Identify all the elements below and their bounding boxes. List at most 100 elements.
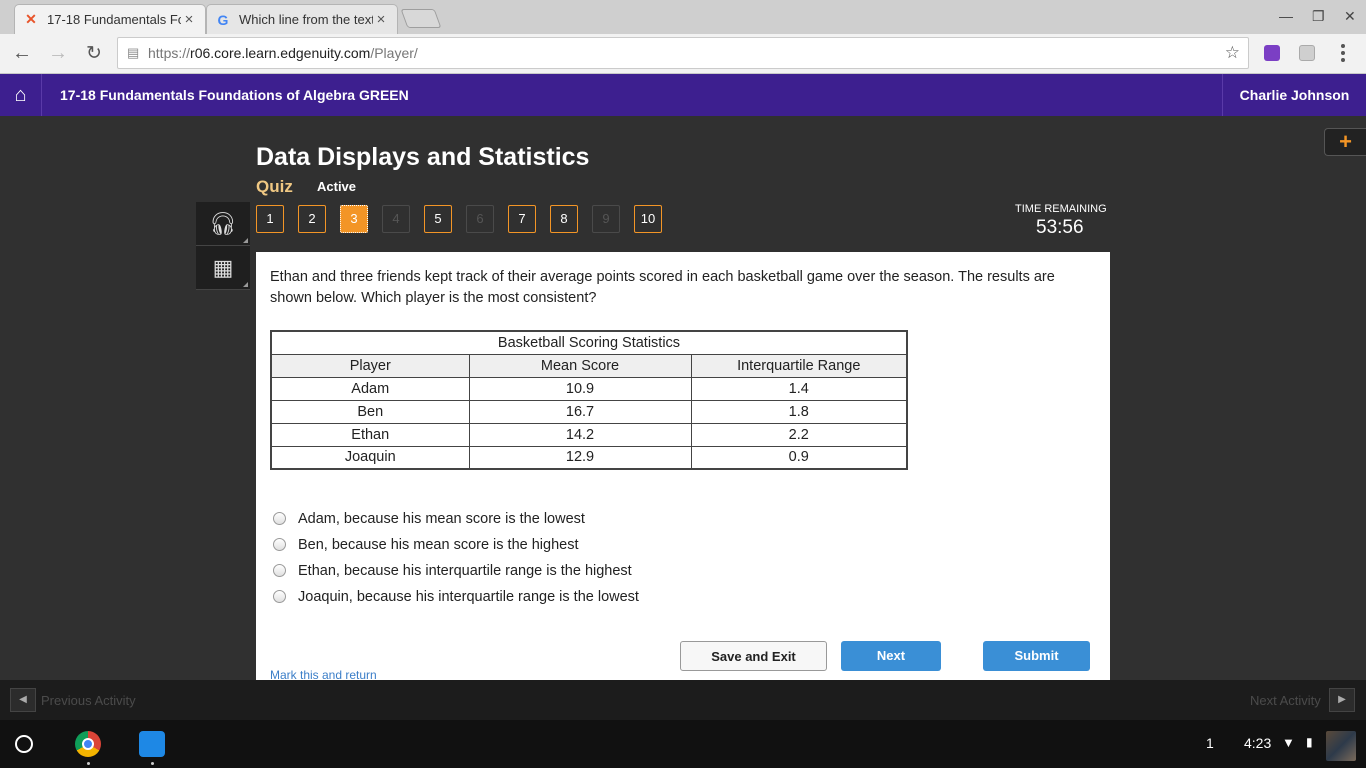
answer-choice[interactable]: Ethan, because his interquartile range i… (273, 558, 639, 584)
chrome-menu-icon[interactable] (1336, 43, 1350, 63)
user-avatar[interactable] (1326, 731, 1356, 761)
bookmark-star-icon[interactable]: ☆ (1225, 38, 1240, 68)
activity-status: Active (317, 179, 357, 194)
activity-type: Quiz (256, 177, 293, 196)
browser-toolbar: ← → ↻ ▤ https://r06.core.learn.edgenuity… (0, 34, 1366, 74)
table-cell: Ethan (270, 422, 470, 447)
extension-icon[interactable] (1264, 45, 1280, 61)
question-number-button: 4 (382, 205, 410, 233)
radio-button[interactable] (273, 590, 286, 603)
reload-icon[interactable]: ↻ (82, 42, 106, 65)
question-number-button[interactable]: 10 (634, 205, 662, 233)
column-header: Mean Score (468, 353, 692, 378)
radio-button[interactable] (273, 538, 286, 551)
launcher-icon[interactable] (15, 735, 33, 753)
extension-icon[interactable] (1299, 45, 1315, 61)
table-cell: Adam (270, 376, 470, 401)
tab-google[interactable]: G Which line from the text × (206, 4, 398, 34)
restore-icon[interactable]: ❐ (1312, 8, 1325, 25)
activity-nav-bar: ◀ Previous Activity Next Activity ▶ (0, 680, 1366, 720)
table-caption: Basketball Scoring Statistics (270, 330, 908, 355)
time-remaining-label: TIME REMAINING (1015, 203, 1107, 215)
side-tools: 🎧︎ ▦ (196, 202, 250, 290)
chrome-icon[interactable] (75, 731, 101, 757)
table-cell: 1.4 (690, 376, 908, 401)
table-row: Joaquin 12.9 0.9 (270, 445, 908, 470)
main-area: + Data Displays and Statistics Quiz Acti… (0, 116, 1366, 682)
audio-tool-button[interactable]: 🎧︎ (196, 202, 250, 246)
table-cell: 16.7 (468, 399, 692, 424)
answer-choice[interactable]: Joaquin, because his interquartile range… (273, 584, 639, 610)
choice-label[interactable]: Ben, because his mean score is the highe… (298, 537, 579, 553)
tab-edgenuity[interactable]: ✕ 17-18 Fundamentals Fo × (14, 4, 206, 34)
caret-left-icon: ◀ (19, 694, 27, 705)
column-header: Interquartile Range (690, 353, 908, 378)
battery-icon[interactable]: ▮ (1306, 735, 1313, 749)
question-panel: Ethan and three friends kept track of th… (256, 252, 1110, 682)
calculator-tool-button[interactable]: ▦ (196, 246, 250, 290)
answer-choice[interactable]: Ben, because his mean score is the highe… (273, 532, 639, 558)
address-bar[interactable]: ▤ https://r06.core.learn.edgenuity.com/P… (117, 37, 1249, 69)
question-number-button[interactable]: 2 (298, 205, 326, 233)
statistics-table: Basketball Scoring Statistics Player Mea… (270, 330, 908, 470)
os-taskbar: 1 4:23 ▼ ▮ (0, 720, 1366, 768)
question-number-button[interactable]: 1 (256, 205, 284, 233)
answer-choices: Adam, because his mean score is the lowe… (273, 506, 639, 610)
next-button[interactable]: Next (841, 641, 941, 671)
table-cell: 1.8 (690, 399, 908, 424)
question-number-button[interactable]: 7 (508, 205, 536, 233)
table-cell: 0.9 (690, 445, 908, 470)
new-tab-button[interactable] (400, 9, 442, 28)
question-number-button: 6 (466, 205, 494, 233)
wifi-icon[interactable]: ▼ (1282, 735, 1295, 750)
clock[interactable]: 4:23 (1244, 735, 1271, 751)
choice-label[interactable]: Ethan, because his interquartile range i… (298, 563, 632, 579)
question-number-button[interactable]: 8 (550, 205, 578, 233)
expand-plus-button[interactable]: + (1324, 128, 1366, 156)
table-cell: 10.9 (468, 376, 692, 401)
headphones-icon: 🎧︎ (209, 210, 237, 236)
table-cell: 2.2 (690, 422, 908, 447)
running-indicator (87, 762, 90, 765)
choice-label[interactable]: Joaquin, because his interquartile range… (298, 589, 639, 605)
files-app-icon[interactable] (139, 731, 165, 757)
table-row: Ethan 14.2 2.2 (270, 422, 908, 447)
caret-right-icon: ▶ (1338, 694, 1346, 705)
notification-count[interactable]: 1 (1206, 735, 1214, 751)
column-header: Player (270, 353, 470, 378)
tab-title: Which line from the text (239, 12, 373, 27)
previous-activity-button[interactable]: ◀ (10, 688, 36, 712)
question-number-button[interactable]: 5 (424, 205, 452, 233)
next-activity-label[interactable]: Next Activity (1250, 693, 1321, 708)
course-title: 17-18 Fundamentals Foundations of Algebr… (60, 87, 409, 103)
save-and-exit-button[interactable]: Save and Exit (680, 641, 827, 671)
url-path: /Player/ (370, 45, 418, 61)
previous-activity-label[interactable]: Previous Activity (41, 693, 136, 708)
question-text: Ethan and three friends kept track of th… (270, 269, 1055, 306)
submit-button[interactable]: Submit (983, 641, 1090, 671)
running-indicator (151, 762, 154, 765)
question-number-button-current[interactable]: 3 (340, 205, 368, 233)
table-cell: 14.2 (468, 422, 692, 447)
back-icon[interactable]: ← (10, 42, 34, 65)
url-prefix: https:// (148, 45, 191, 61)
next-activity-button[interactable]: ▶ (1329, 688, 1355, 712)
answer-choice[interactable]: Adam, because his mean score is the lowe… (273, 506, 639, 532)
close-tab-icon[interactable]: × (181, 11, 197, 28)
radio-button[interactable] (273, 564, 286, 577)
forward-icon[interactable]: → (46, 42, 70, 65)
browser-tab-strip: ✕ 17-18 Fundamentals Fo × G Which line f… (0, 0, 1366, 34)
home-icon: ⌂ (14, 83, 27, 106)
radio-button[interactable] (273, 512, 286, 525)
close-window-icon[interactable]: ✕ (1344, 8, 1356, 25)
question-number-button: 9 (592, 205, 620, 233)
time-remaining-value: 53:56 (1036, 217, 1084, 238)
lesson-title: Data Displays and Statistics (256, 143, 590, 171)
page-info-icon[interactable]: ▤ (127, 38, 139, 68)
user-name[interactable]: Charlie Johnson (1222, 74, 1366, 116)
home-button[interactable]: ⌂ (0, 74, 42, 116)
choice-label[interactable]: Adam, because his mean score is the lowe… (298, 511, 585, 527)
close-tab-icon[interactable]: × (373, 11, 389, 28)
minimize-icon[interactable]: — (1279, 8, 1293, 24)
table-cell: 12.9 (468, 445, 692, 470)
